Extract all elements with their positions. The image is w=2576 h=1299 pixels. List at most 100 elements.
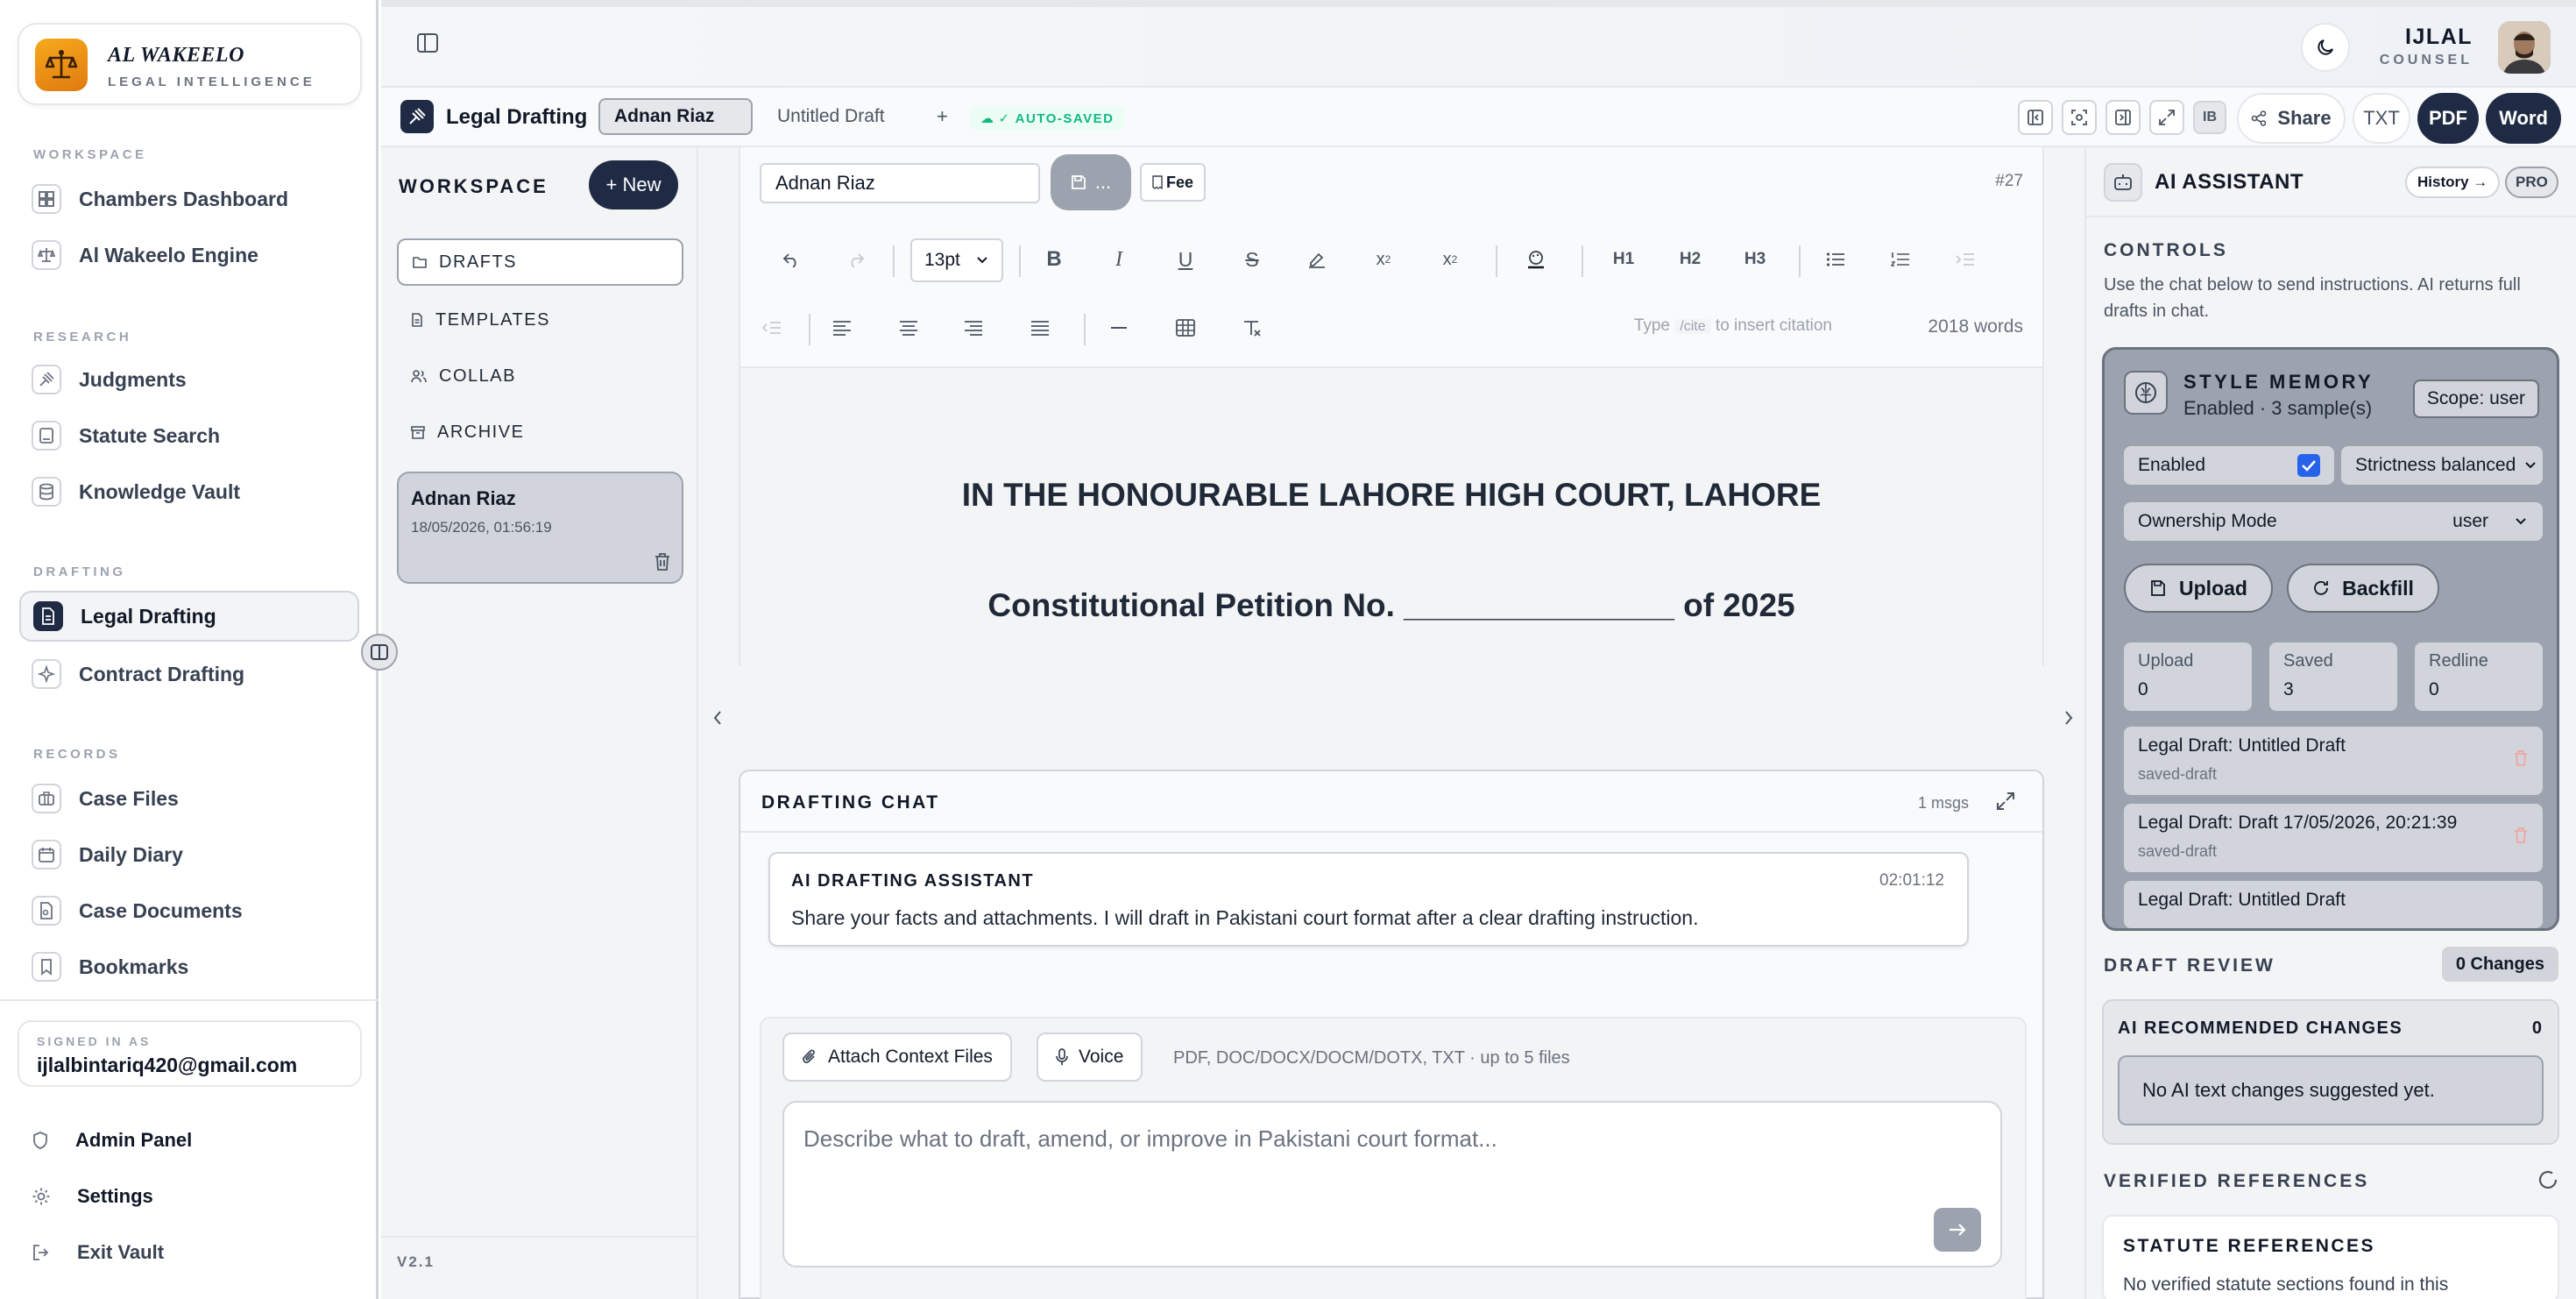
avatar[interactable]	[2498, 21, 2551, 74]
upload-button[interactable]: Upload	[2124, 564, 2273, 613]
strikethrough-icon[interactable]: S	[1236, 244, 1268, 275]
sidebar-item-case-files[interactable]: Case Files	[19, 773, 359, 824]
brand-subtitle: LEGAL INTELLIGENCE	[108, 75, 315, 89]
outdent-icon[interactable]	[756, 312, 788, 344]
new-draft-button[interactable]: + New	[589, 160, 678, 209]
superscript-icon[interactable]: x2	[1434, 244, 1466, 275]
fullscreen-button[interactable]	[2149, 100, 2184, 135]
italic-icon[interactable]: I	[1103, 244, 1135, 275]
message-time: 02:01:12	[1879, 871, 1944, 890]
font-size-select[interactable]: 13pt	[910, 238, 1003, 282]
export-pdf-button[interactable]: PDF	[2417, 93, 2479, 144]
strictness-select[interactable]: Strictness balanced	[2341, 446, 2543, 485]
toggle-left-panel-button[interactable]	[2018, 100, 2053, 135]
export-txt-button[interactable]: TXT	[2353, 93, 2410, 144]
align-left-icon[interactable]	[826, 312, 858, 344]
sidebar-item-daily-diary[interactable]: Daily Diary	[19, 829, 359, 880]
workspace-nav-archive[interactable]: ARCHIVE	[397, 408, 683, 456]
heading-1-button[interactable]: H1	[1608, 244, 1639, 275]
indent-icon[interactable]	[1950, 244, 1981, 275]
attach-files-button[interactable]: Attach Context Files	[782, 1033, 1012, 1082]
message-author: AI DRAFTING ASSISTANT	[791, 871, 1035, 891]
trash-icon[interactable]	[2513, 749, 2529, 767]
settings-link[interactable]: Settings	[32, 1185, 153, 1208]
focus-mode-button[interactable]	[2062, 100, 2097, 135]
tab-adnan-riaz[interactable]: Adnan Riaz	[598, 98, 753, 135]
highlighter-icon[interactable]	[1301, 244, 1333, 275]
chevron-left-icon[interactable]	[711, 708, 725, 728]
align-center-icon[interactable]	[893, 312, 924, 344]
tab-untitled-draft[interactable]: Untitled Draft	[763, 98, 899, 135]
underline-icon[interactable]: U	[1170, 244, 1201, 275]
export-word-button[interactable]: Word	[2486, 93, 2561, 144]
scope-button[interactable]: Scope: user	[2412, 380, 2539, 418]
trash-icon[interactable]	[654, 552, 671, 571]
bold-icon[interactable]: B	[1038, 244, 1070, 275]
grid-icon	[32, 184, 61, 214]
redo-icon[interactable]	[840, 244, 872, 275]
justify-icon[interactable]	[1024, 312, 1056, 344]
sidebar-item-label: Bookmarks	[79, 955, 189, 978]
exit-vault-link[interactable]: Exit Vault	[32, 1241, 164, 1264]
clear-format-icon[interactable]	[1236, 312, 1268, 344]
draft-instruction-input[interactable]: Describe what to draft, amend, or improv…	[782, 1101, 2002, 1267]
admin-panel-link[interactable]: Admin Panel	[32, 1129, 192, 1152]
workspace-nav-label: ARCHIVE	[437, 422, 525, 442]
horizontal-rule-icon[interactable]	[1103, 312, 1135, 344]
toggle-right-panel-button[interactable]	[2105, 100, 2141, 135]
heading-3-button[interactable]: H3	[1739, 244, 1771, 275]
expand-icon[interactable]	[1995, 791, 2016, 812]
ownership-mode-select[interactable]: Ownership Mode user	[2124, 502, 2543, 541]
font-size-value: 13pt	[924, 250, 960, 270]
undo-icon[interactable]	[775, 244, 807, 275]
memory-sample-item[interactable]: Legal Draft: Untitled Draft	[2124, 881, 2543, 928]
sidebar-item-knowledge-vault[interactable]: Knowledge Vault	[19, 466, 359, 517]
sidebar-item-contract-drafting[interactable]: Contract Drafting	[19, 649, 359, 699]
checkbox-checked-icon[interactable]	[2297, 454, 2320, 477]
sidebar-item-case-documents[interactable]: Case Documents	[19, 885, 359, 936]
memory-sample-item[interactable]: Legal Draft: Draft 17/05/2026, 20:21:39 …	[2124, 804, 2543, 872]
backfill-button[interactable]: Backfill	[2287, 564, 2439, 613]
draft-instruction-placeholder: Describe what to draft, amend, or improv…	[803, 1125, 1497, 1152]
draft-card[interactable]: Adnan Riaz 18/05/2026, 01:56:19	[397, 472, 683, 584]
theme-toggle-button[interactable]	[2301, 23, 2350, 72]
subscript-icon[interactable]: x2	[1368, 244, 1399, 275]
refresh-icon	[2312, 579, 2330, 597]
align-right-icon[interactable]	[958, 312, 989, 344]
sidebar-item-bookmarks[interactable]: Bookmarks	[19, 941, 359, 992]
workspace-nav-drafts[interactable]: DRAFTS	[397, 238, 683, 286]
sidebar-item-statute-search[interactable]: Statute Search	[19, 410, 359, 461]
fee-button[interactable]: Fee	[1140, 163, 1207, 202]
send-button[interactable]	[1934, 1208, 1981, 1252]
sidebar-collapse-handle[interactable]	[361, 634, 398, 671]
sidebar-toggle-icon[interactable]	[416, 32, 439, 54]
add-tab-button[interactable]: +	[923, 98, 962, 135]
trash-icon[interactable]	[2513, 827, 2529, 844]
share-button[interactable]: Share	[2237, 93, 2346, 144]
voice-button[interactable]: Voice	[1037, 1033, 1143, 1082]
chevron-right-icon[interactable]	[2062, 708, 2076, 728]
sidebar-item-judgments[interactable]: Judgments	[19, 354, 359, 405]
sidebar-divider	[0, 999, 379, 1001]
workspace-nav-collab[interactable]: COLLAB	[397, 352, 683, 400]
receipt-icon	[1152, 175, 1163, 189]
sidebar-item-legal-drafting[interactable]: Legal Drafting	[19, 591, 359, 642]
heading-2-button[interactable]: H2	[1674, 244, 1706, 275]
ib-button[interactable]: IB	[2193, 101, 2226, 134]
bullet-list-icon[interactable]	[1820, 244, 1851, 275]
sidebar-item-chambers-dashboard[interactable]: Chambers Dashboard	[19, 174, 359, 224]
moon-icon	[2315, 37, 2336, 58]
document-number: #27	[1995, 172, 2023, 190]
text-color-icon[interactable]	[1520, 244, 1552, 275]
document-name-input[interactable]	[760, 163, 1040, 203]
brand-card[interactable]: AL WAKEELO LEGAL INTELLIGENCE	[18, 23, 362, 105]
history-button[interactable]: History →	[2405, 167, 2501, 198]
enabled-toggle[interactable]: Enabled	[2124, 446, 2334, 485]
save-button[interactable]: ...	[1051, 154, 1131, 210]
numbered-list-icon[interactable]	[1885, 244, 1916, 275]
sidebar-item-al-wakeelo-engine[interactable]: Al Wakeelo Engine	[19, 230, 359, 280]
memory-sample-item[interactable]: Legal Draft: Untitled Draft saved-draft	[2124, 727, 2543, 795]
workspace-nav-templates[interactable]: TEMPLATES	[397, 296, 683, 344]
table-icon[interactable]	[1170, 312, 1201, 344]
cloud-check-icon: ☁	[980, 111, 995, 126]
